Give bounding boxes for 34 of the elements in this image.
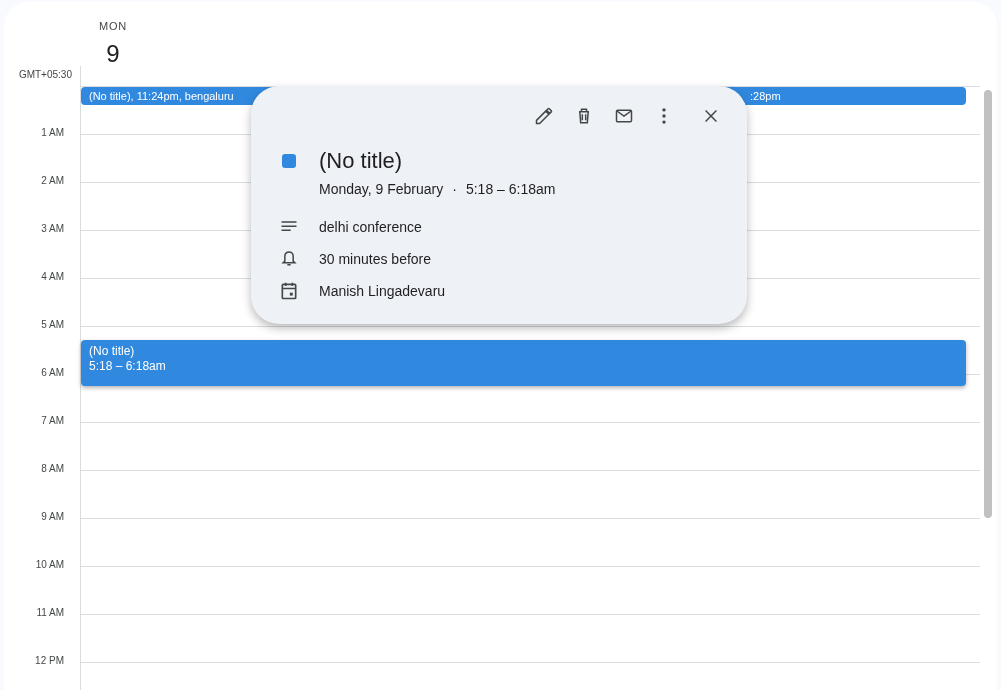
hour-label: 4 AM — [41, 271, 64, 282]
hour-label: 6 AM — [41, 367, 64, 378]
event-label[interactable]: (No title), 11:24pm, bengaluru — [81, 90, 234, 102]
weekday-label: MON — [98, 20, 128, 32]
calendar-name: Manish Lingadevaru — [319, 283, 446, 299]
calendar-icon — [279, 281, 299, 301]
hour-label: 11 AM — [36, 607, 64, 618]
hour-label: 8 AM — [41, 463, 64, 474]
event-label[interactable]: :28pm — [750, 90, 781, 102]
more-options-icon — [662, 108, 666, 124]
reminder-text: 30 minutes before — [319, 251, 432, 267]
event-description: delhi conference — [319, 219, 422, 235]
calendar-color-icon — [282, 154, 296, 168]
event-time: 5:18 – 6:18am — [465, 181, 556, 197]
hour-label: 5 AM — [41, 319, 64, 330]
separator-dot: · — [452, 181, 457, 197]
hour-label: 9 AM — [41, 511, 64, 522]
bell-icon — [279, 249, 299, 269]
event-block[interactable]: (No title) 5:18 – 6:18am — [81, 340, 966, 386]
timezone-label: GMT+05:30 — [18, 69, 73, 80]
hour-label: 10 AM — [35, 559, 64, 570]
event-title: (No title) — [89, 344, 135, 359]
event-time: 5:18 – 6:18am — [89, 359, 166, 374]
hour-label: 3 AM — [41, 223, 64, 234]
hour-label: 1 AM — [41, 127, 64, 138]
edit-icon — [534, 106, 554, 126]
hour-label: 7 AM — [41, 415, 64, 426]
day-number[interactable]: 9 — [106, 40, 120, 68]
hour-label: 12 PM — [35, 655, 64, 666]
event-title: (No title) — [319, 147, 404, 175]
hour-label: 2 AM — [41, 175, 64, 186]
scrollbar-thumb[interactable] — [984, 90, 992, 518]
event-date: Monday, 9 February — [319, 181, 444, 197]
mail-icon — [614, 106, 634, 126]
